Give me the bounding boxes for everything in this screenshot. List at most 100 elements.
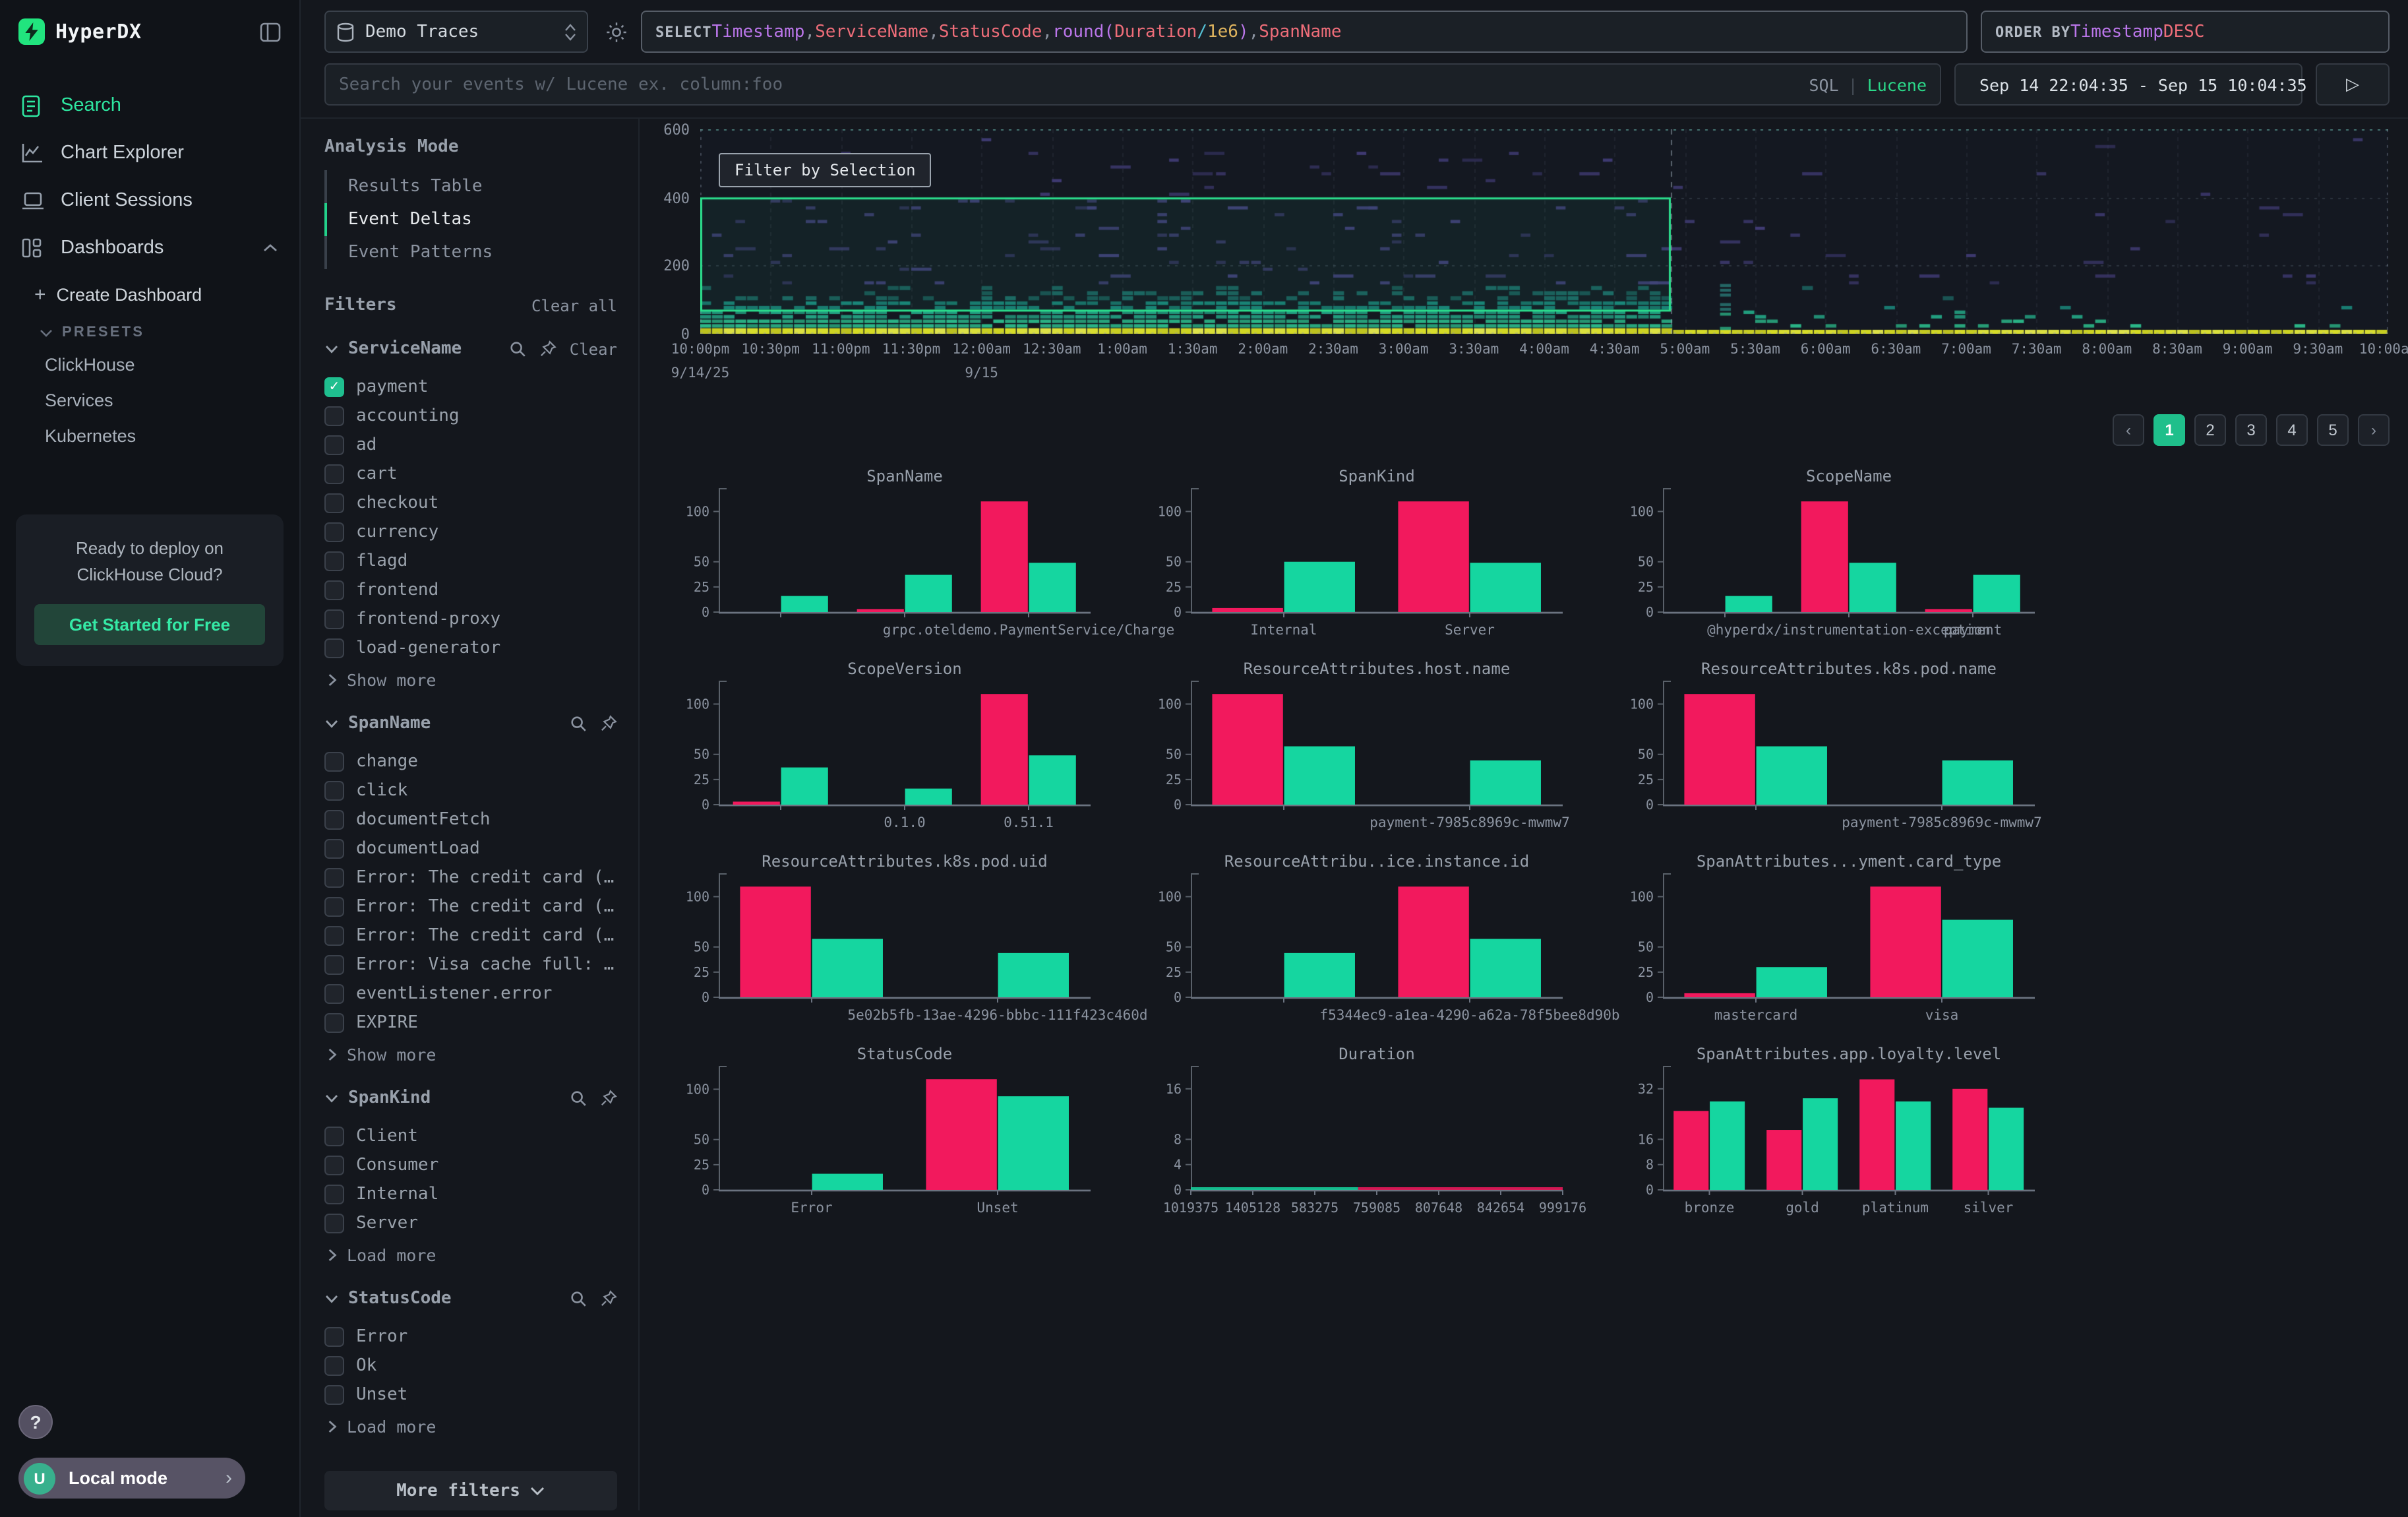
analysis-mode-option-event-patterns[interactable]: Event Patterns xyxy=(324,236,617,269)
page-button-2[interactable]: 2 xyxy=(2194,414,2226,446)
analysis-mode-option-results-table[interactable]: Results Table xyxy=(324,170,617,203)
heatmap-canvas[interactable] xyxy=(700,129,2388,334)
pin-icon[interactable] xyxy=(600,715,617,732)
filter-item-unset[interactable]: Unset xyxy=(324,1380,617,1409)
checkbox[interactable] xyxy=(324,1355,344,1375)
checkbox[interactable] xyxy=(324,406,344,425)
more-filters-button[interactable]: More filters xyxy=(324,1471,617,1510)
filter-item-payment[interactable]: ✓payment xyxy=(324,372,617,401)
checkbox[interactable] xyxy=(324,867,344,887)
clear-filter-button[interactable]: Clear xyxy=(570,340,617,358)
filter-item-eventlistener-error[interactable]: eventListener.error xyxy=(324,979,617,1008)
checkbox[interactable] xyxy=(324,1213,344,1233)
filter-item-accounting[interactable]: accounting xyxy=(324,401,617,430)
create-dashboard-button[interactable]: + Create Dashboard xyxy=(0,274,299,315)
show-more-button[interactable]: Load more xyxy=(324,1417,617,1437)
filter-item-client[interactable]: Client xyxy=(324,1121,617,1150)
filter-item-documentload[interactable]: documentLoad xyxy=(324,834,617,863)
page-button-1[interactable]: 1 xyxy=(2153,414,2185,446)
gear-icon[interactable] xyxy=(601,20,630,43)
checkbox[interactable] xyxy=(324,551,344,571)
checkbox[interactable] xyxy=(324,809,344,829)
search-icon[interactable] xyxy=(509,340,526,357)
checkbox[interactable] xyxy=(324,522,344,542)
filter-item-change[interactable]: change xyxy=(324,747,617,776)
filter-item-documentfetch[interactable]: documentFetch xyxy=(324,805,617,834)
chevron-down-icon[interactable] xyxy=(324,718,339,729)
filter-item-internal[interactable]: Internal xyxy=(324,1179,617,1208)
checkbox[interactable] xyxy=(324,493,344,512)
filter-item-consumer[interactable]: Consumer xyxy=(324,1150,617,1179)
filter-item-server[interactable]: Server xyxy=(324,1208,617,1237)
page-button-4[interactable]: 4 xyxy=(2276,414,2308,446)
checkbox[interactable] xyxy=(324,1184,344,1204)
sidebar-item-search[interactable]: Search xyxy=(0,82,299,129)
show-more-button[interactable]: Load more xyxy=(324,1245,617,1265)
filter-item-error[interactable]: Error xyxy=(324,1322,617,1351)
checkbox[interactable] xyxy=(324,925,344,945)
date-range-picker[interactable]: Sep 14 22:04:35 - Sep 15 10:04:35 xyxy=(1954,63,2303,106)
checkbox[interactable] xyxy=(324,464,344,483)
checkbox[interactable] xyxy=(324,580,344,600)
presets-toggle[interactable]: PRESETS xyxy=(0,315,299,347)
chevron-down-icon[interactable] xyxy=(324,1293,339,1304)
checkbox[interactable] xyxy=(324,435,344,454)
page-next-button[interactable]: › xyxy=(2358,414,2390,446)
pin-icon[interactable] xyxy=(600,1090,617,1107)
sidebar-item-clickhouse[interactable]: ClickHouse xyxy=(0,347,299,383)
filter-item-error-the-credit-card-[interactable]: Error: The credit card (… xyxy=(324,921,617,950)
search-icon[interactable] xyxy=(570,1090,587,1107)
checkbox[interactable] xyxy=(324,1384,344,1404)
checkbox[interactable] xyxy=(324,838,344,858)
sidebar-collapse-icon[interactable] xyxy=(260,22,281,42)
sql-select-input[interactable]: SELECT Timestamp, ServiceName, StatusCod… xyxy=(641,11,1968,53)
analysis-mode-option-event-deltas[interactable]: Event Deltas xyxy=(324,203,617,236)
filter-item-frontend-proxy[interactable]: frontend-proxy xyxy=(324,604,617,633)
filter-item-checkout[interactable]: checkout xyxy=(324,488,617,517)
checkbox[interactable] xyxy=(324,1326,344,1346)
sidebar-item-kubernetes[interactable]: Kubernetes xyxy=(0,418,299,454)
clear-all-button[interactable]: Clear all xyxy=(531,296,617,315)
filter-item-expire[interactable]: EXPIRE xyxy=(324,1008,617,1037)
filter-item-currency[interactable]: currency xyxy=(324,517,617,546)
user-menu[interactable]: U Local mode › xyxy=(18,1458,245,1499)
sidebar-item-chart-explorer[interactable]: Chart Explorer xyxy=(0,129,299,177)
search-icon[interactable] xyxy=(570,715,587,732)
sidebar-item-dashboards[interactable]: Dashboards xyxy=(0,224,299,272)
checkbox[interactable] xyxy=(324,609,344,629)
checkbox[interactable] xyxy=(324,1012,344,1032)
checkbox[interactable] xyxy=(324,1126,344,1146)
checkbox[interactable] xyxy=(324,780,344,800)
checkbox[interactable] xyxy=(324,896,344,916)
source-select[interactable]: Demo Traces xyxy=(324,11,588,53)
sidebar-item-services[interactable]: Services xyxy=(0,383,299,418)
filter-item-ok[interactable]: Ok xyxy=(324,1351,617,1380)
order-by-input[interactable]: ORDER BY Timestamp DESC xyxy=(1981,11,2390,53)
checkbox[interactable] xyxy=(324,983,344,1003)
filter-item-load-generator[interactable]: load-generator xyxy=(324,633,617,662)
sql-toggle[interactable]: SQL xyxy=(1809,75,1838,94)
pin-icon[interactable] xyxy=(600,1290,617,1307)
pin-icon[interactable] xyxy=(539,340,557,357)
show-more-button[interactable]: Show more xyxy=(324,670,617,690)
search-icon[interactable] xyxy=(570,1290,587,1307)
checkbox[interactable]: ✓ xyxy=(324,377,344,396)
checkbox[interactable] xyxy=(324,751,344,771)
filter-item-cart[interactable]: cart xyxy=(324,459,617,488)
filter-item-frontend[interactable]: frontend xyxy=(324,575,617,604)
filter-item-error-the-credit-card-[interactable]: Error: The credit card (… xyxy=(324,892,617,921)
get-started-button[interactable]: Get Started for Free xyxy=(34,605,265,646)
filter-item-click[interactable]: click xyxy=(324,776,617,805)
checkbox[interactable] xyxy=(324,954,344,974)
page-button-5[interactable]: 5 xyxy=(2317,414,2349,446)
page-prev-button[interactable]: ‹ xyxy=(2113,414,2144,446)
search-input[interactable]: Search your events w/ Lucene ex. column:… xyxy=(324,63,1941,106)
page-button-3[interactable]: 3 xyxy=(2235,414,2267,446)
checkbox[interactable] xyxy=(324,1155,344,1175)
checkbox[interactable] xyxy=(324,638,344,658)
lucene-toggle[interactable]: Lucene xyxy=(1867,75,1927,94)
filter-by-selection-button[interactable]: Filter by Selection xyxy=(719,153,932,187)
sidebar-item-client-sessions[interactable]: Client Sessions xyxy=(0,177,299,224)
chevron-down-icon[interactable] xyxy=(324,344,339,354)
help-button[interactable]: ? xyxy=(18,1405,53,1439)
